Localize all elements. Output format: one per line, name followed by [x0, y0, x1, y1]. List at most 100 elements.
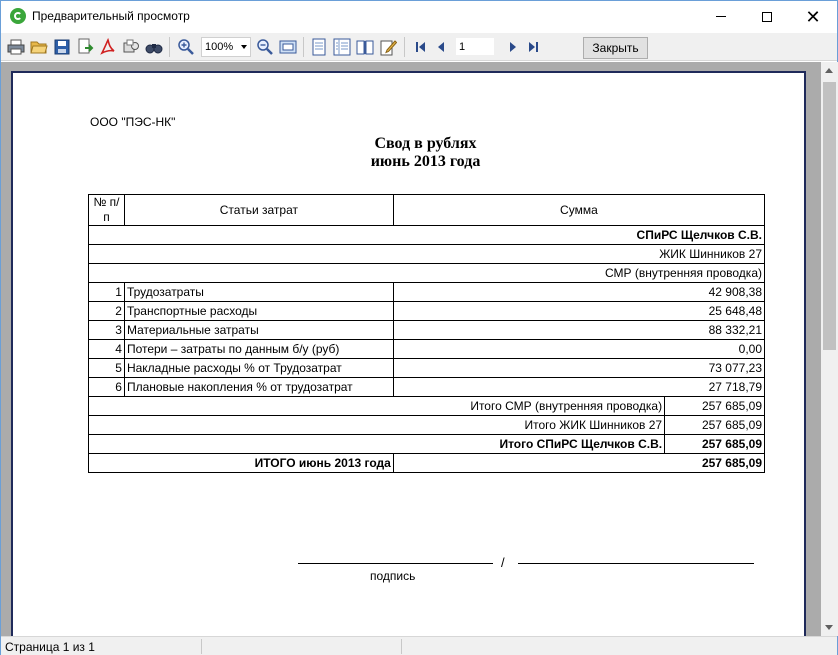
- chevron-down-icon: [241, 45, 247, 49]
- status-separator: [401, 639, 402, 654]
- row-sum: 88 332,21: [392, 320, 766, 340]
- subtotal-label: Итого СМР (внутренняя проводка): [87, 396, 666, 416]
- row-name: Транспортные расходы: [123, 301, 394, 321]
- row-num: 6: [88, 377, 125, 397]
- minimize-icon: [716, 16, 726, 17]
- row-num: 3: [88, 320, 125, 340]
- status-separator: [201, 639, 202, 654]
- page-number-value: 1: [459, 41, 466, 53]
- subtotal-row: Итого ЖИК Шинников 27 257 685,09: [87, 415, 765, 435]
- multi-page-icon[interactable]: [333, 38, 351, 56]
- close-icon: ✕: [805, 6, 821, 27]
- grand-total-row: ИТОГО июнь 2013 года 257 685,09: [88, 453, 766, 473]
- prev-page-icon[interactable]: [432, 38, 450, 56]
- row-num: 4: [88, 339, 125, 359]
- maximize-icon: [762, 11, 772, 22]
- subtotal-sum: 257 685,09: [664, 434, 765, 454]
- row-name: Трудозатраты: [123, 282, 394, 302]
- scroll-down-icon[interactable]: [825, 625, 833, 630]
- zoom-value: 100%: [205, 41, 234, 53]
- title-bar: Предварительный просмотр ✕: [1, 1, 837, 33]
- app-icon: [10, 8, 26, 24]
- pdf-icon[interactable]: [99, 38, 117, 56]
- preview-area[interactable]: ООО "ПЭС-НК" Свод в рублях июнь 2013 год…: [1, 62, 821, 636]
- report-title: Свод в рублях: [374, 135, 477, 152]
- first-page-icon[interactable]: [411, 38, 429, 56]
- report-page: ООО "ПЭС-НК" Свод в рублях июнь 2013 год…: [13, 73, 804, 636]
- email-icon[interactable]: [122, 38, 140, 56]
- report-period: июнь 2013 года: [370, 153, 481, 170]
- row-num: 1: [88, 282, 125, 302]
- page-number-input[interactable]: 1: [455, 37, 495, 56]
- row-sum: 27 718,79: [392, 377, 766, 397]
- toolbar: 100% 1 Закрыть: [1, 33, 837, 61]
- book-icon[interactable]: [356, 38, 374, 56]
- zoom-in-icon[interactable]: [177, 38, 195, 56]
- toolbar-separator: [404, 37, 405, 57]
- table-row: 4 Потери – затраты по данным б/у (руб) 0…: [88, 339, 766, 359]
- group-row: СМР (внутренняя проводка): [88, 263, 765, 283]
- page-status: Страница 1 из 1: [5, 640, 95, 654]
- edit-icon[interactable]: [379, 38, 397, 56]
- close-button[interactable]: Закрыть: [583, 37, 648, 59]
- row-name: Потери – затраты по данным б/у (руб): [123, 339, 394, 359]
- last-page-icon[interactable]: [525, 38, 543, 56]
- header-sum: Сумма: [392, 194, 766, 226]
- zoom-out-icon[interactable]: [256, 38, 274, 56]
- single-page-icon[interactable]: [310, 38, 328, 56]
- table-row: 1 Трудозатраты 42 908,38: [88, 282, 766, 302]
- header-item: Статьи затрат: [123, 194, 394, 226]
- export-icon[interactable]: [76, 38, 94, 56]
- row-name: Накладные расходы % от Трудозатрат: [123, 358, 394, 378]
- group-zhik: ЖИК Шинников 27: [88, 244, 765, 264]
- table-row: 3 Материальные затраты 88 332,21: [88, 320, 766, 340]
- subtotal-sum: 257 685,09: [664, 396, 765, 416]
- vertical-scrollbar[interactable]: [821, 62, 838, 636]
- row-sum: 73 077,23: [392, 358, 766, 378]
- row-sum: 25 648,48: [392, 301, 766, 321]
- window-title: Предварительный просмотр: [32, 9, 190, 23]
- row-name: Материальные затраты: [123, 320, 394, 340]
- row-sum: 0,00: [392, 339, 766, 359]
- preview-window: Предварительный просмотр ✕ 100% 1 Закрыт…: [0, 0, 838, 655]
- save-icon[interactable]: [53, 38, 71, 56]
- maximize-button[interactable]: [744, 1, 790, 32]
- header-num: № п/п: [88, 194, 125, 226]
- group-row: СПиРС Щелчков С.В.: [88, 225, 765, 245]
- subtotal-row: Итого СПиРС Щелчков С.В. 257 685,09: [87, 434, 765, 454]
- signature-line: [298, 563, 493, 564]
- toolbar-separator: [303, 37, 304, 57]
- subtotal-label: Итого СПиРС Щелчков С.В.: [87, 434, 666, 454]
- next-page-icon[interactable]: [504, 38, 522, 56]
- scrollbar-thumb[interactable]: [823, 82, 836, 350]
- group-spirs: СПиРС Щелчков С.В.: [88, 225, 765, 245]
- subtotal-label: Итого ЖИК Шинников 27: [87, 415, 666, 435]
- subtotal-sum: 257 685,09: [664, 415, 765, 435]
- find-icon[interactable]: [145, 38, 163, 56]
- toolbar-separator: [169, 37, 170, 57]
- name-line: [518, 563, 754, 564]
- group-smr: СМР (внутренняя проводка): [88, 263, 765, 283]
- row-sum: 42 908,38: [392, 282, 766, 302]
- subtotal-row: Итого СМР (внутренняя проводка) 257 685,…: [87, 396, 765, 416]
- zoom-select[interactable]: 100%: [201, 37, 251, 57]
- table-header-row: № п/п Статьи затрат Сумма: [88, 194, 766, 226]
- scroll-up-icon[interactable]: [825, 68, 833, 73]
- table-row: 5 Накладные расходы % от Трудозатрат 73 …: [88, 358, 766, 378]
- minimize-button[interactable]: [698, 1, 744, 32]
- status-bar: Страница 1 из 1: [1, 636, 837, 655]
- table-row: 2 Транспортные расходы 25 648,48: [88, 301, 766, 321]
- row-num: 2: [88, 301, 125, 321]
- report-table: № п/п Статьи затрат Сумма СПиРС Щелчков …: [87, 194, 766, 473]
- close-window-button[interactable]: ✕: [790, 1, 836, 32]
- signature-slash: /: [501, 555, 505, 570]
- grand-total-label: ИТОГО июнь 2013 года: [88, 453, 394, 473]
- organization-name: ООО "ПЭС-НК": [90, 115, 176, 129]
- signature-label: подпись: [370, 569, 416, 583]
- table-row: 6 Плановые накопления % от трудозатрат 2…: [88, 377, 766, 397]
- grand-total-sum: 257 685,09: [392, 453, 766, 473]
- open-icon[interactable]: [30, 38, 48, 56]
- fit-page-icon[interactable]: [279, 38, 297, 56]
- print-icon[interactable]: [7, 38, 25, 56]
- row-name: Плановые накопления % от трудозатрат: [123, 377, 394, 397]
